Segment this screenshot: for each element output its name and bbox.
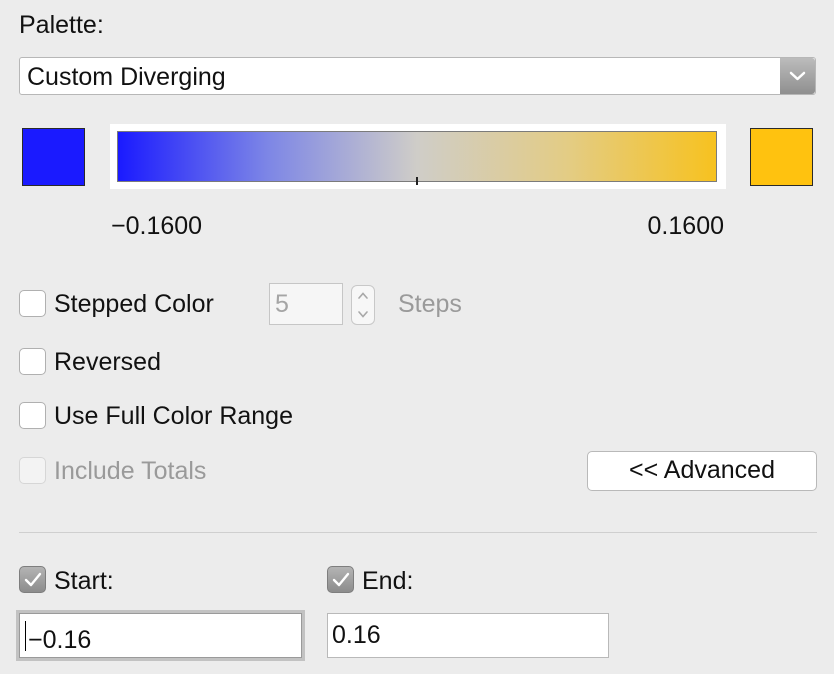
gradient-ramp (117, 131, 717, 182)
palette-label: Palette: (19, 11, 104, 39)
section-divider (19, 532, 817, 533)
palette-select-value: Custom Diverging (27, 63, 226, 91)
include-totals-checkbox[interactable] (19, 457, 46, 484)
steps-label: Steps (398, 290, 462, 318)
checkmark-icon (332, 572, 350, 587)
start-value-text: −0.16 (28, 626, 92, 654)
palette-select[interactable]: Custom Diverging (19, 57, 816, 95)
checkmark-icon (24, 572, 42, 587)
full-color-range-checkbox[interactable] (19, 402, 46, 429)
chevron-down-icon[interactable] (780, 58, 815, 94)
color-gradient-bar (110, 124, 726, 189)
start-value-field[interactable]: −0.16 (19, 613, 302, 658)
range-max-label: 0.1600 (647, 212, 724, 240)
steps-count-value: 5 (275, 290, 289, 318)
start-color-swatch[interactable] (22, 128, 85, 186)
start-label: Start: (54, 567, 114, 595)
range-min-label: −0.1600 (111, 212, 203, 240)
stepper-down-icon[interactable] (352, 305, 374, 324)
end-checkbox[interactable] (327, 566, 354, 593)
full-color-range-label: Use Full Color Range (54, 402, 293, 430)
reversed-label: Reversed (54, 348, 161, 376)
end-value-field[interactable]: 0.16 (327, 613, 609, 658)
stepped-color-label: Stepped Color (54, 290, 214, 318)
stepped-color-checkbox[interactable] (19, 290, 46, 317)
advanced-button[interactable]: << Advanced (587, 451, 817, 491)
end-label: End: (362, 567, 414, 595)
reversed-checkbox[interactable] (19, 348, 46, 375)
text-caret (25, 621, 26, 652)
end-value-text: 0.16 (332, 621, 381, 649)
start-checkbox[interactable] (19, 566, 46, 593)
end-color-swatch[interactable] (750, 128, 813, 186)
center-tick-mark (416, 177, 418, 185)
steps-count-field[interactable]: 5 (269, 283, 343, 325)
stepper-up-icon[interactable] (352, 286, 374, 305)
steps-stepper[interactable] (351, 285, 375, 325)
include-totals-label: Include Totals (54, 457, 207, 485)
